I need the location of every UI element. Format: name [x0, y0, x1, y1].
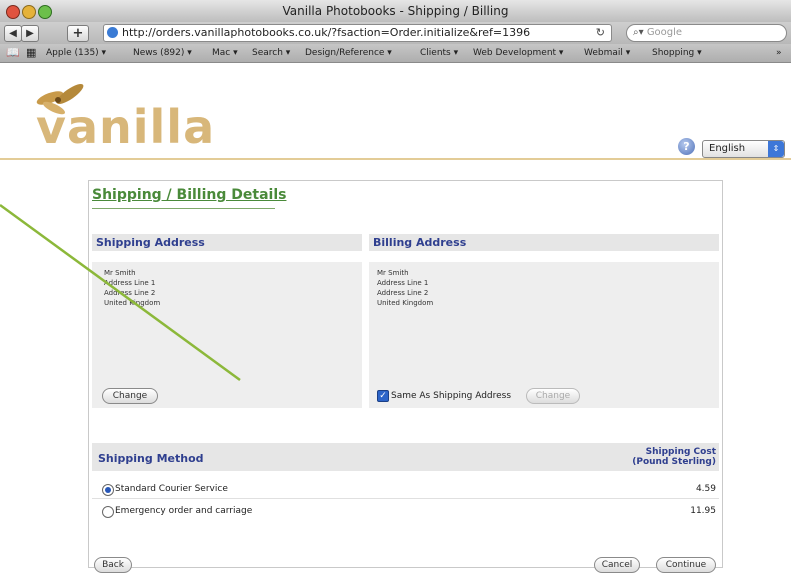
bookmarks-bar: 📖 ▦ Apple (135) ▾ News (892) ▾ Mac ▾ Sea… [0, 44, 791, 63]
standard-courier-label[interactable]: Standard Courier Service [115, 484, 228, 494]
bookmarks-book-icon[interactable]: 📖 [6, 46, 20, 59]
change-billing-address-button[interactable]: Change [526, 388, 580, 404]
shipping-cost-heading-line1: Shipping Cost [645, 447, 716, 457]
shipping-cost-heading-line2: (Pound Sterling) [632, 457, 716, 467]
emergency-order-radio[interactable] [102, 506, 114, 518]
reload-icon[interactable]: ↻ [596, 25, 605, 41]
search-placeholder: Google [646, 27, 683, 38]
url-field[interactable]: http://orders.vanillaphotobooks.co.uk/?f… [103, 24, 612, 42]
globe-icon [107, 27, 118, 38]
header-divider [0, 158, 791, 160]
billing-address-line: Address Line 2 [377, 289, 429, 297]
annotation-arrow [0, 203, 241, 382]
add-bookmark-button[interactable]: + [67, 25, 89, 42]
bookmark-web-development[interactable]: Web Development ▾ [473, 48, 563, 58]
billing-address-box: Mr Smith Address Line 1 Address Line 2 U… [369, 262, 719, 408]
bookmark-webmail[interactable]: Webmail ▾ [584, 48, 630, 58]
shipping-cost-heading: Shipping Cost (Pound Sterling) [632, 447, 716, 467]
site-logo[interactable]: vanilla [36, 100, 215, 154]
same-as-shipping-checkbox[interactable]: ✓ [377, 390, 389, 402]
emergency-order-label[interactable]: Emergency order and carriage [115, 506, 252, 516]
billing-address-line: Mr Smith [377, 269, 409, 277]
emergency-order-cost: 11.95 [690, 506, 716, 516]
language-selected: English [709, 143, 746, 154]
bookmark-search[interactable]: Search ▾ [252, 48, 290, 58]
window-titlebar: Vanilla Photobooks - Shipping / Billing [0, 0, 791, 23]
bookmark-news[interactable]: News (892) ▾ [133, 48, 192, 58]
bookmark-mac[interactable]: Mac ▾ [212, 48, 238, 58]
window-title: Vanilla Photobooks - Shipping / Billing [282, 4, 509, 18]
search-field[interactable]: ⌕▾ Google [626, 24, 787, 42]
bookmark-apple[interactable]: Apple (135) ▾ [46, 48, 106, 58]
url-text: http://orders.vanillaphotobooks.co.uk/?f… [122, 26, 531, 39]
billing-address-heading: Billing Address [369, 234, 719, 251]
standard-courier-radio[interactable] [102, 484, 114, 496]
bookmark-clients[interactable]: Clients ▾ [420, 48, 458, 58]
cancel-button[interactable]: Cancel [594, 557, 640, 573]
select-arrows-icon: ⇕ [768, 141, 784, 157]
bookmarks-overflow[interactable]: » [776, 48, 782, 58]
standard-courier-cost: 4.59 [695, 484, 716, 494]
bookmark-design-reference[interactable]: Design/Reference ▾ [305, 48, 392, 58]
same-as-shipping-label: Same As Shipping Address [391, 391, 512, 401]
shipping-method-heading: Shipping Method [98, 452, 204, 465]
bookmark-shopping[interactable]: Shopping ▾ [652, 48, 702, 58]
billing-address-line: Address Line 1 [377, 279, 429, 287]
back-nav-button[interactable]: ◀ [4, 25, 22, 42]
back-button[interactable]: Back [94, 557, 132, 573]
language-select[interactable]: English ⇕ [702, 140, 785, 158]
bookmarks-grid-icon[interactable]: ▦ [26, 46, 36, 59]
change-shipping-address-button[interactable]: Change [102, 388, 158, 404]
continue-button[interactable]: Continue [656, 557, 716, 573]
forward-nav-button[interactable]: ▶ [21, 25, 39, 42]
option-divider [92, 498, 719, 499]
billing-address-line: United Kingdom [377, 299, 434, 307]
search-icon: ⌕▾ [633, 27, 644, 38]
help-icon[interactable]: ? [678, 138, 695, 155]
